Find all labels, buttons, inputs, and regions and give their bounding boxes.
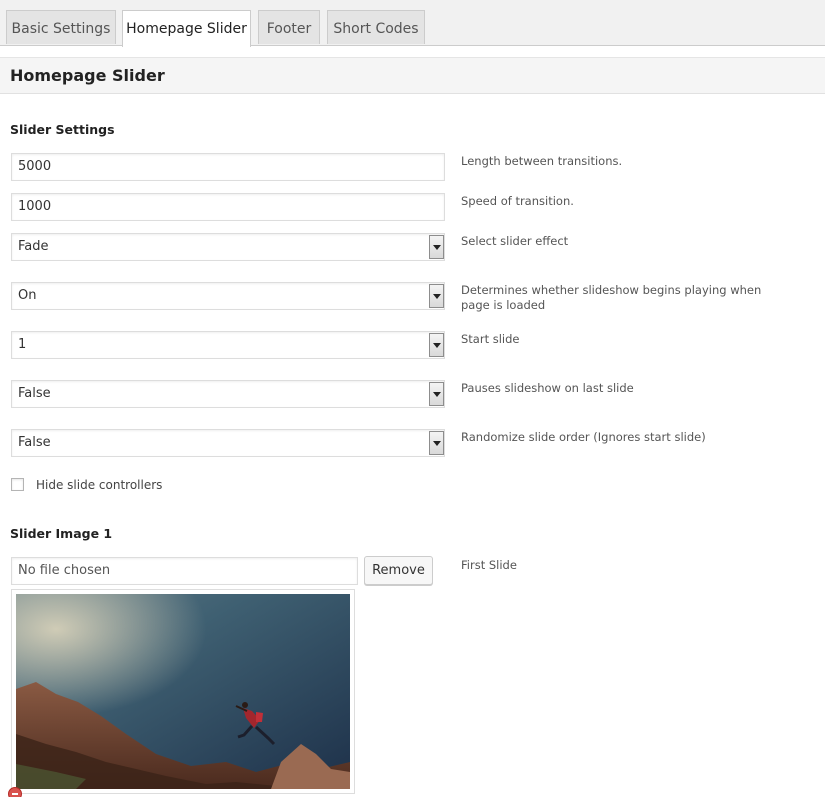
randomize-value: False <box>18 435 51 450</box>
chevron-down-icon[interactable] <box>429 431 444 455</box>
mountain-climber-photo <box>16 594 350 789</box>
slider-effect-description: Select slider effect <box>461 234 569 248</box>
transition-length-input[interactable]: 5000 <box>11 153 445 181</box>
autoplay-value: On <box>18 288 37 303</box>
tab-short-codes[interactable]: Short Codes <box>327 10 425 44</box>
slide-image-preview <box>16 594 350 789</box>
pause-last-slide-description: Pauses slideshow on last slide <box>461 381 634 395</box>
autoplay-description: Determines whether slideshow begins play… <box>461 283 762 312</box>
randomize-description: Randomize slide order (Ignores start sli… <box>461 430 706 444</box>
remove-image-icon[interactable] <box>8 787 22 797</box>
hide-controllers-label[interactable]: Hide slide controllers <box>36 478 162 492</box>
slider-effect-select[interactable]: Fade <box>11 233 445 261</box>
transition-speed-input[interactable]: 1000 <box>11 193 445 221</box>
start-slide-description: Start slide <box>461 332 520 346</box>
start-slide-select[interactable]: 1 <box>11 331 445 359</box>
hide-controllers-checkbox[interactable] <box>11 478 24 491</box>
tab-footer[interactable]: Footer <box>258 10 320 44</box>
page-title: Homepage Slider <box>10 66 165 85</box>
slider-settings-heading: Slider Settings <box>10 122 115 137</box>
chevron-down-icon[interactable] <box>429 382 444 406</box>
start-slide-value: 1 <box>18 337 27 352</box>
transition-speed-description: Speed of transition. <box>461 194 574 208</box>
autoplay-select[interactable]: On <box>11 282 445 310</box>
tab-homepage-slider[interactable]: Homepage Slider <box>122 10 251 47</box>
file-status-text: No file chosen <box>18 563 111 578</box>
slider-image-description: First Slide <box>461 558 517 572</box>
transition-length-description: Length between transitions. <box>461 154 623 168</box>
pause-last-slide-value: False <box>18 386 51 401</box>
chevron-down-icon[interactable] <box>429 284 444 308</box>
randomize-select[interactable]: False <box>11 429 445 457</box>
tab-basic-settings[interactable]: Basic Settings <box>6 10 116 44</box>
settings-page: Basic Settings Homepage Slider Footer Sh… <box>0 0 825 797</box>
section-header: Homepage Slider <box>0 57 825 94</box>
remove-button[interactable]: Remove <box>364 556 433 585</box>
tabs-bar: Basic Settings Homepage Slider Footer Sh… <box>0 0 825 47</box>
slider-image-heading: Slider Image 1 <box>10 526 113 541</box>
chevron-down-icon[interactable] <box>429 235 444 259</box>
file-upload-field[interactable]: No file chosen <box>11 557 358 585</box>
slider-effect-value: Fade <box>18 239 49 254</box>
pause-last-slide-select[interactable]: False <box>11 380 445 408</box>
chevron-down-icon[interactable] <box>429 333 444 357</box>
